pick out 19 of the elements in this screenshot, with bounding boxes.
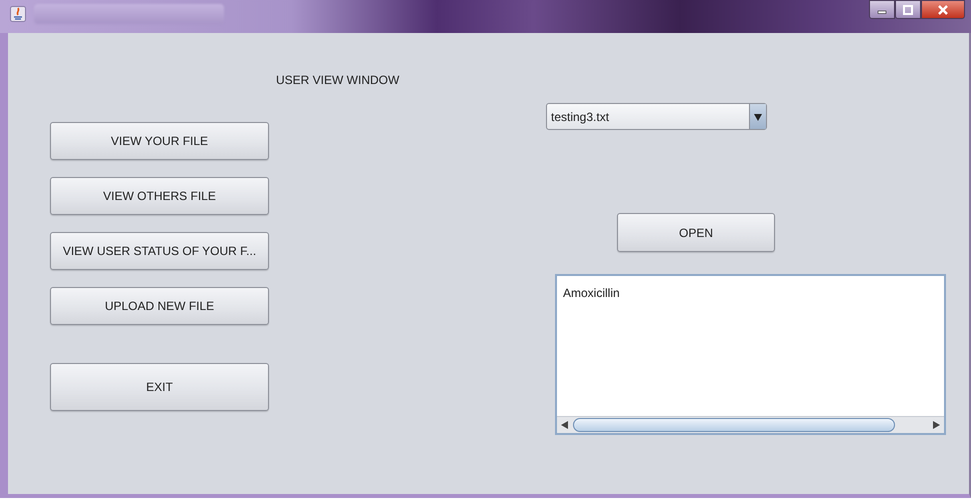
open-button[interactable]: OPEN bbox=[617, 213, 775, 252]
maximize-icon bbox=[902, 4, 914, 14]
menu-button[interactable]: VIEW OTHERS FILE bbox=[50, 177, 269, 215]
dropdown-arrow-icon bbox=[754, 112, 762, 120]
menu-button[interactable]: UPLOAD NEW FILE bbox=[50, 287, 269, 325]
horizontal-scrollbar[interactable] bbox=[557, 416, 944, 433]
app-icon bbox=[10, 6, 26, 22]
menu-button[interactable]: VIEW USER STATUS OF YOUR F... bbox=[50, 232, 269, 270]
minimize-button[interactable] bbox=[869, 0, 895, 19]
scroll-left-icon[interactable] bbox=[561, 421, 569, 429]
file-content-text: Amoxicillin bbox=[562, 285, 621, 302]
window-heading: USER VIEW WINDOW bbox=[276, 73, 400, 87]
exit-button[interactable]: EXIT bbox=[50, 363, 269, 411]
menu-button[interactable]: VIEW YOUR FILE bbox=[50, 122, 269, 160]
close-button[interactable] bbox=[921, 0, 965, 19]
file-dropdown[interactable]: testing3.txt bbox=[546, 103, 767, 130]
maximize-button[interactable] bbox=[895, 0, 921, 19]
close-icon bbox=[937, 4, 949, 14]
scroll-right-icon[interactable] bbox=[932, 421, 940, 429]
